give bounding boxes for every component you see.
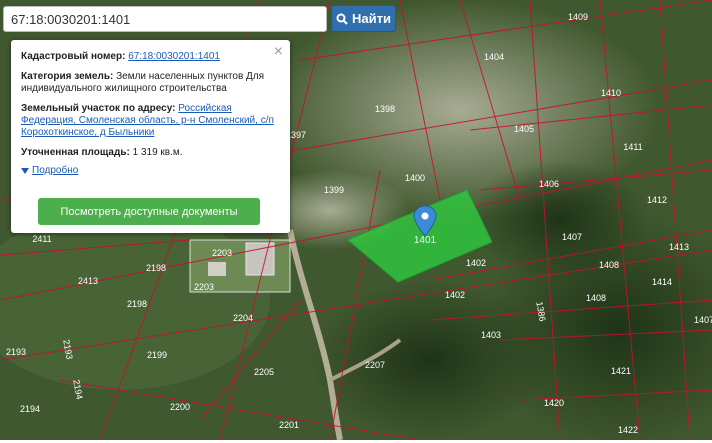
parcel-label: 2193: [6, 347, 26, 357]
close-icon[interactable]: ×: [274, 44, 283, 60]
details-link: Подробно: [32, 165, 79, 176]
forest: [310, 280, 550, 440]
parcel-label: 1400: [405, 173, 425, 183]
parcel-label: 2194: [20, 404, 40, 414]
parcel-label: 1408: [586, 293, 606, 303]
parcel-label: 2411: [32, 234, 51, 244]
parcel-label: 2204: [233, 313, 253, 323]
parcel-label: 1402: [466, 258, 486, 268]
parcel-label: 2205: [254, 367, 274, 377]
house-roof: [245, 242, 275, 276]
area-value: 1 319 кв.м.: [132, 147, 183, 158]
cadastral-row: Кадастровый номер: 67:18:0030201:1401: [21, 51, 280, 63]
view-documents-button[interactable]: Посмотреть доступные документы: [38, 198, 260, 225]
parcel-label: 1411: [623, 142, 642, 152]
search-button-label: Найти: [352, 11, 391, 26]
parcel-label: 1420: [544, 398, 564, 408]
parcel-label: 2200: [170, 402, 190, 412]
address-label: Земельный участок по адресу:: [21, 103, 176, 114]
parcel-label: 2198: [146, 263, 166, 273]
parcel-label: 1399: [324, 185, 344, 195]
parcel-label: 1407: [694, 315, 712, 325]
parcel-label: 1408: [599, 260, 619, 270]
parcel-label: 1407: [562, 232, 582, 242]
area-row: Уточненная площадь: 1 319 кв.м.: [21, 147, 280, 159]
details-toggle[interactable]: Подробно: [21, 165, 280, 177]
parcel-label: 1413: [669, 242, 689, 252]
parcel-label: 1410: [601, 88, 621, 98]
parcel-label: 2203: [212, 248, 232, 258]
cadastral-link[interactable]: 67:18:0030201:1401: [128, 51, 220, 62]
caret-down-icon: [21, 168, 29, 174]
parcel-label: 2199: [147, 350, 167, 360]
search-button[interactable]: Найти: [331, 5, 396, 32]
parcel-label: 2203: [194, 282, 214, 292]
parcel-label: 1406: [539, 179, 559, 189]
parcel-label: 2413: [78, 276, 98, 286]
parcel-label: 1404: [484, 52, 504, 62]
search-box: [3, 6, 327, 32]
cadastral-label: Кадастровый номер:: [21, 51, 126, 62]
category-row: Категория земель: Земли населенных пункт…: [21, 71, 280, 95]
parcel-label: 2198: [127, 299, 147, 309]
selected-parcel-label: 1401: [414, 235, 437, 246]
parcel-label: 2201: [279, 420, 299, 430]
parcel-label: 2207: [365, 360, 385, 370]
parcel-label: 1405: [514, 124, 534, 134]
shed-roof: [208, 262, 226, 276]
search-icon: [336, 13, 348, 25]
parcel-label: 1403: [481, 330, 501, 340]
parcel-info-popup: × Кадастровый номер: 67:18:0030201:1401 …: [11, 40, 290, 233]
parcel-label: 1422: [618, 425, 638, 435]
area-label: Уточненная площадь:: [21, 147, 130, 158]
parcel-label: 1398: [375, 104, 395, 114]
parcel-label: 1421: [611, 366, 631, 376]
address-row: Земельный участок по адресу: Российская …: [21, 103, 280, 139]
parcel-label: 1409: [568, 12, 588, 22]
parcel-label: 1412: [647, 195, 667, 205]
parcel-label: 1402: [445, 290, 465, 300]
search-input[interactable]: [4, 7, 326, 31]
parcel-label: 1414: [652, 277, 672, 287]
category-label: Категория земель:: [21, 71, 114, 82]
